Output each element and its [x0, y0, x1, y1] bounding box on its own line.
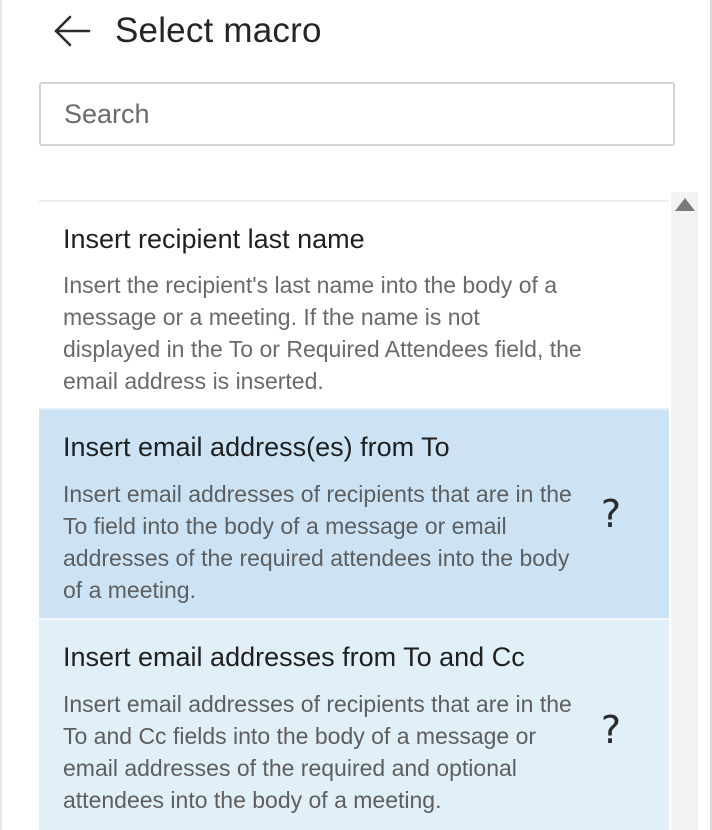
macro-item-recipient-last-name[interactable]: Insert recipient last name Insert the re… [39, 202, 669, 410]
macro-item-email-from-to-cc[interactable]: Insert email addresses from To and Cc In… [39, 618, 669, 830]
help-icon[interactable]: ? [601, 492, 621, 536]
macro-item-description: Insert the recipient's last name into th… [63, 272, 582, 394]
scroll-up-arrow-icon[interactable] [675, 198, 695, 211]
help-icon[interactable]: ? [601, 708, 621, 752]
macro-item-email-from-to[interactable]: Insert email address(es) from To Insert … [39, 410, 669, 618]
macro-list: Insert recipient last name Insert the re… [39, 202, 669, 830]
page-title: Select macro [115, 11, 322, 50]
panel-header: Select macro [50, 8, 322, 54]
back-button[interactable] [50, 9, 94, 53]
search-input[interactable] [41, 84, 673, 144]
macro-item-description: Insert email addresses of recipients tha… [63, 691, 572, 813]
macro-panel: Select macro Insert recipient last name … [0, 0, 712, 830]
scrollbar[interactable] [671, 192, 698, 830]
macro-item-title: Insert recipient last name [63, 224, 365, 254]
arrow-left-icon [54, 15, 91, 47]
macro-item-title: Insert email addresses from To and Cc [63, 642, 525, 672]
search-box[interactable] [39, 82, 675, 146]
macro-item-title: Insert email address(es) from To [63, 432, 450, 462]
macro-item-description: Insert email addresses of recipients tha… [63, 481, 572, 603]
panel-left-border [0, 0, 2, 830]
